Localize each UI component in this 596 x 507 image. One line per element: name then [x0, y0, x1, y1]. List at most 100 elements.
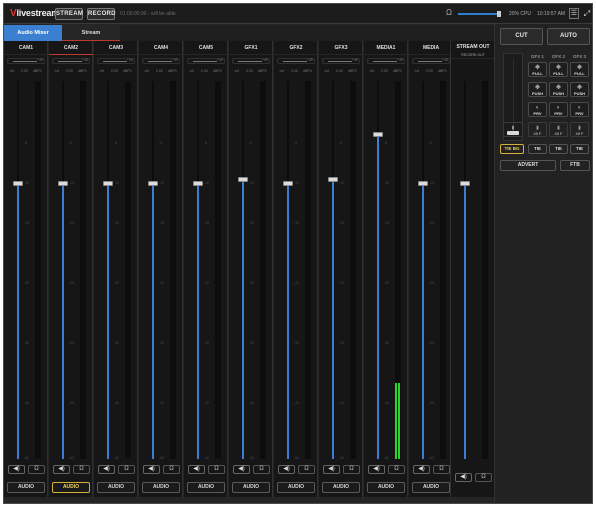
fader-handle[interactable] [238, 177, 248, 182]
headphones-icon[interactable]: Ω [73, 465, 90, 474]
headphones-icon[interactable]: Ω [343, 465, 360, 474]
fader-handle[interactable] [328, 177, 338, 182]
gfx2-push-button[interactable]: ✥ PUSH [549, 82, 568, 97]
gfx2-preview-button[interactable]: ◐ PRV [549, 102, 568, 117]
volume-fader[interactable] [103, 81, 113, 459]
advert-button[interactable]: ADVERT [500, 160, 556, 171]
speaker-icon[interactable]: ◀) [53, 465, 70, 474]
gain-slider[interactable]: - +dB [277, 58, 315, 64]
audio-button[interactable]: AUDIO [322, 482, 360, 493]
gain-slider[interactable]: - +dB [7, 58, 45, 64]
headphones-icon[interactable]: Ω [446, 9, 454, 17]
audio-button[interactable]: AUDIO [232, 482, 270, 493]
db-tick-label: -60 [339, 456, 345, 460]
gain-slider[interactable]: - +dB [367, 58, 405, 64]
headphones-icon[interactable]: Ω [163, 465, 180, 474]
gfx2-duration-button[interactable]: ▮ 45 F [549, 122, 568, 137]
fader-handle[interactable] [418, 181, 428, 186]
gain-slider[interactable]: - +dB [322, 58, 360, 64]
fader-handle[interactable] [460, 181, 470, 186]
volume-fader[interactable] [238, 81, 248, 459]
gain-slider[interactable]: - +dB [97, 58, 135, 64]
audio-button[interactable]: AUDIO [277, 482, 315, 493]
volume-fader[interactable] [328, 81, 338, 459]
fader-handle[interactable] [373, 132, 383, 137]
gfx3-preview-button[interactable]: ◐ PRV [570, 102, 589, 117]
record-button[interactable]: RECORD [87, 8, 116, 20]
fullscreen-icon[interactable]: ⤢ [582, 8, 592, 19]
fader-handle[interactable] [283, 181, 293, 186]
speaker-icon[interactable]: ◀) [323, 465, 340, 474]
auto-button[interactable]: AUTO [547, 28, 590, 45]
master-volume-slider[interactable] [458, 13, 498, 15]
gfx1-pull-button[interactable]: ✥ PULL [528, 62, 547, 77]
speaker-icon[interactable]: ◀) [8, 465, 25, 474]
fader-handle[interactable] [103, 181, 113, 186]
gain-slider[interactable]: - +dB [187, 58, 225, 64]
gain-slider[interactable]: - +dB [232, 58, 270, 64]
headphones-icon[interactable]: Ω [28, 465, 45, 474]
gain-slider-track [103, 61, 127, 62]
gfx3-duration-button[interactable]: ▮ 45 F [570, 122, 589, 137]
speaker-icon[interactable]: ◀) [143, 465, 160, 474]
fader-handle[interactable] [13, 181, 23, 186]
gfx2-pull-button[interactable]: ✥ PULL [549, 62, 568, 77]
db-tick-label: -20 [429, 281, 435, 285]
channel-name: MEDIA1 [364, 41, 408, 55]
headphones-icon[interactable]: Ω [208, 465, 225, 474]
audio-button[interactable]: AUDIO [97, 482, 135, 493]
gfx1-tie-button[interactable]: TIE [528, 144, 547, 154]
gfx3-pull-button[interactable]: ✥ PULL [570, 62, 589, 77]
volume-fader[interactable] [373, 81, 383, 459]
headphones-icon[interactable]: Ω [253, 465, 270, 474]
audio-button[interactable]: AUDIO [52, 482, 90, 493]
audio-button[interactable]: AUDIO [142, 482, 180, 493]
menu-icon[interactable]: ☰ [569, 8, 579, 19]
gfx1-duration-button[interactable]: ▮ 45 F [528, 122, 547, 137]
gfx3-tie-button[interactable]: TIE [570, 144, 589, 154]
tab-audio-mixer[interactable]: Audio Mixer [4, 25, 62, 41]
headphones-icon[interactable]: Ω [388, 465, 405, 474]
audio-button[interactable]: AUDIO [367, 482, 405, 493]
headphones-icon[interactable]: Ω [298, 465, 315, 474]
stream-button[interactable]: STREAM [55, 8, 83, 20]
gfx1-push-button[interactable]: ✥ PUSH [528, 82, 547, 97]
cut-button[interactable]: CUT [500, 28, 543, 45]
gfx2-header: GFX 2 [551, 54, 565, 59]
gfx2-tie-button[interactable]: TIE [549, 144, 568, 154]
db-tick-label: -40 [429, 401, 435, 405]
transition-duration-button[interactable]: ▮ 45 F [503, 122, 523, 137]
gain-slider[interactable]: - +dB [412, 58, 450, 64]
headphones-icon[interactable]: Ω [433, 465, 450, 474]
audio-button[interactable]: AUDIO [187, 482, 225, 493]
gain-slider[interactable]: - +dB [52, 58, 90, 64]
speaker-icon[interactable]: ◀) [188, 465, 205, 474]
volume-fader[interactable] [418, 81, 428, 459]
speaker-icon[interactable]: ◀) [413, 465, 430, 474]
gain-slider[interactable]: - +dB [142, 58, 180, 64]
volume-fader[interactable] [148, 81, 158, 459]
speaker-icon[interactable]: ◀) [368, 465, 385, 474]
headphones-icon[interactable]: Ω [118, 465, 135, 474]
gfx1-preview-button[interactable]: ◐ PRV [528, 102, 547, 117]
fade-to-black-button[interactable]: FTB [560, 160, 590, 171]
fader-handle[interactable] [193, 181, 203, 186]
fader-handle[interactable] [58, 181, 68, 186]
speaker-icon[interactable]: ◀) [278, 465, 295, 474]
volume-fader[interactable] [58, 81, 68, 459]
master-volume-knob[interactable] [497, 11, 501, 17]
tie-bg-button[interactable]: TIE BG [500, 144, 524, 154]
speaker-icon[interactable]: ◀) [455, 473, 472, 482]
speaker-icon[interactable]: ◀) [98, 465, 115, 474]
fader-handle[interactable] [148, 181, 158, 186]
audio-button[interactable]: AUDIO [7, 482, 45, 493]
speaker-icon[interactable]: ◀) [233, 465, 250, 474]
volume-fader[interactable] [283, 81, 293, 459]
volume-fader[interactable] [193, 81, 203, 459]
gfx3-push-button[interactable]: ✥ PUSH [570, 82, 589, 97]
audio-button[interactable]: AUDIO [412, 482, 450, 493]
tab-stream[interactable]: Stream [62, 25, 120, 41]
headphones-icon[interactable]: Ω [475, 473, 492, 482]
output-volume-fader[interactable] [460, 81, 470, 459]
volume-fader[interactable] [13, 81, 23, 459]
